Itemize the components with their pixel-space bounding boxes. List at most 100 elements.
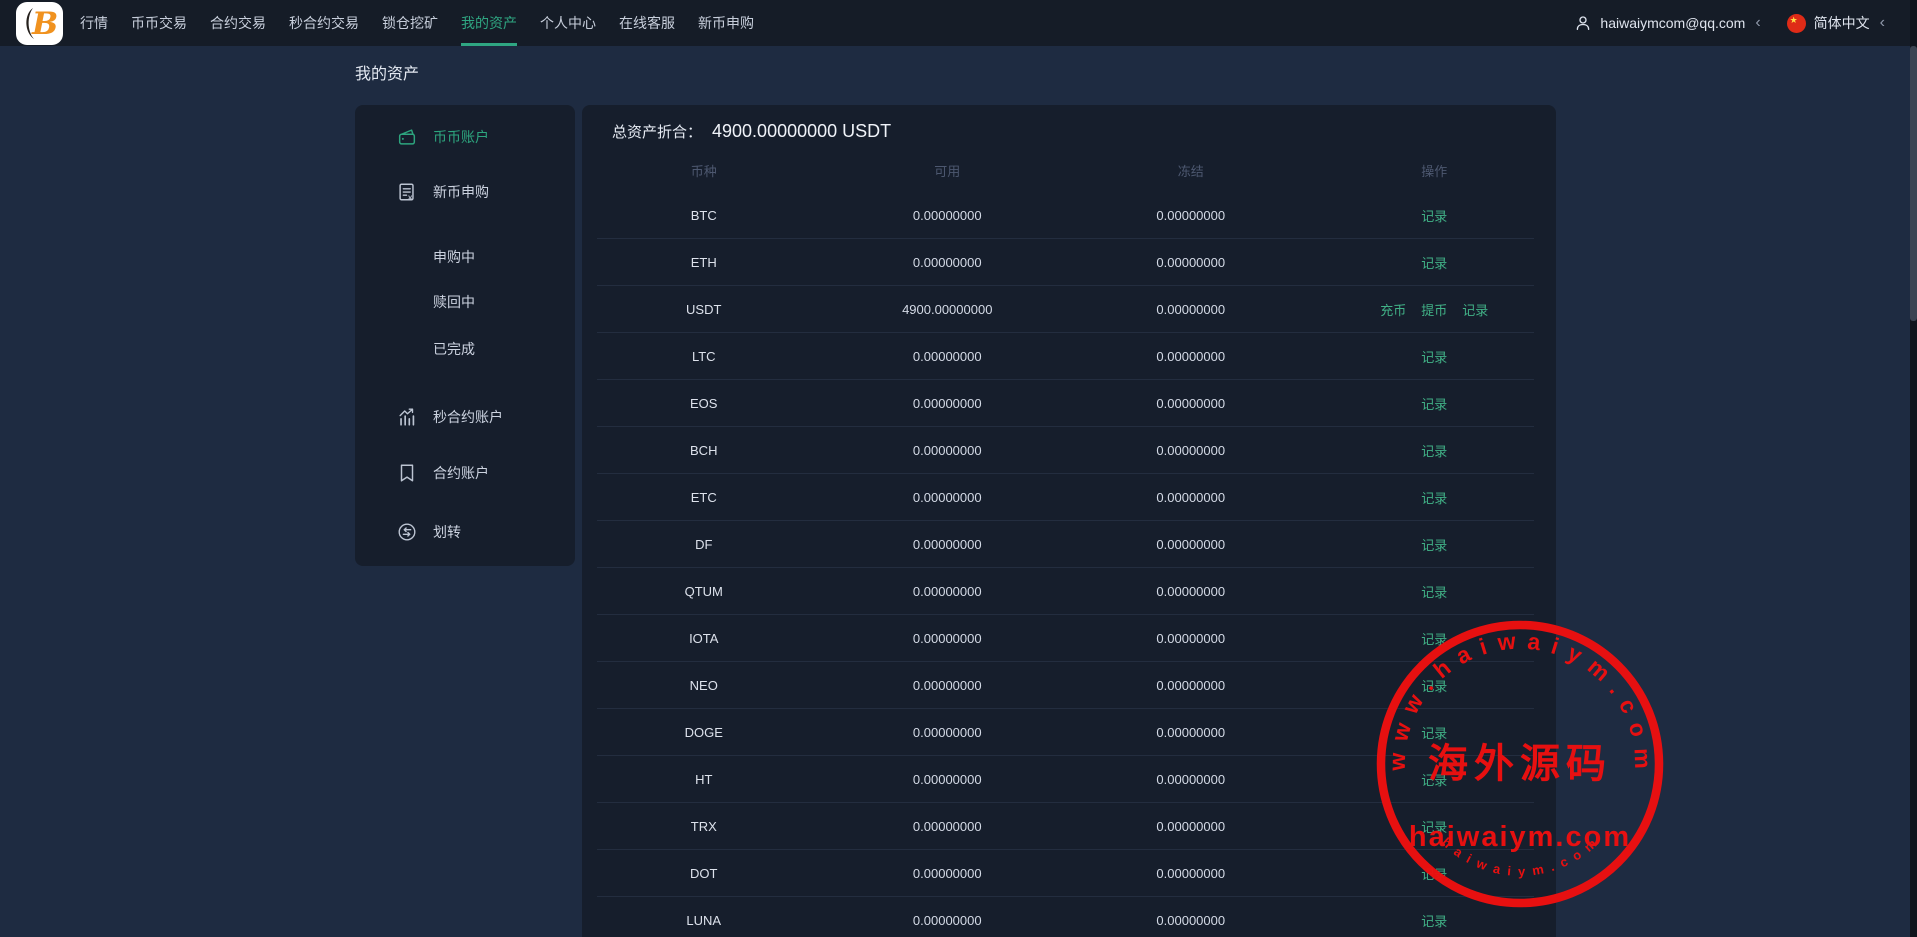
screen: B 行情币币交易合约交易秒合约交易锁仓挖矿我的资产个人中心在线客服新币申购 ha… <box>0 0 1917 937</box>
row-actions: 记录 <box>1313 206 1557 225</box>
record-link[interactable]: 记录 <box>1421 535 1447 554</box>
record-link[interactable]: 记录 <box>1421 817 1447 836</box>
table-row-trx: TRX0.000000000.00000000记录 <box>582 803 1556 850</box>
table-header-row: 币种可用冻结操作 <box>582 148 1556 192</box>
frozen-amount: 0.00000000 <box>1069 772 1313 787</box>
sidebar-item-new-coin-subscribe[interactable]: ¥ 新币申购 <box>355 177 575 207</box>
sidebar-item-contract-account[interactable]: 合约账户 <box>355 458 575 488</box>
available-amount: 0.00000000 <box>826 678 1070 693</box>
nav-item-market[interactable]: 行情 <box>80 0 108 46</box>
row-actions: 记录 <box>1313 911 1557 930</box>
record-link[interactable]: 记录 <box>1421 441 1447 460</box>
record-link[interactable]: 记录 <box>1421 676 1447 695</box>
coin-name: LUNA <box>582 913 826 928</box>
record-link[interactable]: 记录 <box>1462 300 1488 319</box>
available-amount: 0.00000000 <box>826 255 1070 270</box>
row-actions: 记录 <box>1313 253 1557 272</box>
sidebar-item-spot-account[interactable]: 币币账户 <box>355 122 575 152</box>
record-link[interactable]: 记录 <box>1421 347 1447 366</box>
row-actions: 充币提币记录 <box>1313 300 1557 319</box>
nav-item-online-service[interactable]: 在线客服 <box>619 0 675 46</box>
scrollbar-thumb[interactable] <box>1910 46 1917 321</box>
record-link[interactable]: 记录 <box>1421 629 1447 648</box>
coin-name: BCH <box>582 443 826 458</box>
row-actions: 记录 <box>1313 864 1557 883</box>
coin-name: ETH <box>582 255 826 270</box>
deposit-link[interactable]: 充币 <box>1380 300 1406 319</box>
nav-item-lockup-mining[interactable]: 锁仓挖矿 <box>382 0 438 46</box>
coin-name: DOT <box>582 866 826 881</box>
frozen-amount: 0.00000000 <box>1069 866 1313 881</box>
assets-panel: 总资产折合：4900.00000000 USDT 币种可用冻结操作 BTC0.0… <box>582 105 1556 937</box>
record-link[interactable]: 记录 <box>1421 864 1447 883</box>
nav-item-my-assets[interactable]: 我的资产 <box>461 0 517 46</box>
china-flag-icon: ★ <box>1787 14 1806 33</box>
row-actions: 记录 <box>1313 394 1557 413</box>
row-actions: 记录 <box>1313 770 1557 789</box>
column-header: 操作 <box>1313 161 1557 180</box>
coin-name: QTUM <box>582 584 826 599</box>
sidebar-item-subscribing[interactable]: 申购中 <box>355 242 575 272</box>
available-amount: 4900.00000000 <box>826 302 1070 317</box>
table-row-ltc: LTC0.000000000.00000000记录 <box>582 333 1556 380</box>
coin-name: ETC <box>582 490 826 505</box>
sidebar-item-seconds-contract-account[interactable]: 秒合约账户 <box>355 402 575 432</box>
sidebar-item-label: 申购中 <box>433 247 475 267</box>
top-nav-bar: B 行情币币交易合约交易秒合约交易锁仓挖矿我的资产个人中心在线客服新币申购 ha… <box>0 0 1917 46</box>
nav-item-spot-trade[interactable]: 币币交易 <box>131 0 187 46</box>
available-amount: 0.00000000 <box>826 349 1070 364</box>
brand-logo[interactable]: B <box>16 2 63 45</box>
wallet-icon <box>395 125 419 149</box>
nav-item-contract-trade[interactable]: 合约交易 <box>210 0 266 46</box>
row-actions: 记录 <box>1313 535 1557 554</box>
nav-item-personal-center[interactable]: 个人中心 <box>540 0 596 46</box>
user-account-dropdown[interactable]: haiwaiymcom@qq.com ‹ <box>1574 14 1760 32</box>
language-dropdown[interactable]: ★ 简体中文 ‹ <box>1787 13 1885 33</box>
coin-name: EOS <box>582 396 826 411</box>
nav-right: haiwaiymcom@qq.com ‹ ★ 简体中文 ‹ <box>1574 0 1885 46</box>
coin-name: IOTA <box>582 631 826 646</box>
table-row-qtum: QTUM0.000000000.00000000记录 <box>582 568 1556 615</box>
sidebar-item-label: 币币账户 <box>433 127 489 147</box>
available-amount: 0.00000000 <box>826 443 1070 458</box>
row-actions: 记录 <box>1313 676 1557 695</box>
frozen-amount: 0.00000000 <box>1069 631 1313 646</box>
record-link[interactable]: 记录 <box>1421 394 1447 413</box>
record-link[interactable]: 记录 <box>1421 206 1447 225</box>
sidebar-item-redeeming[interactable]: 赎回中 <box>355 287 575 317</box>
person-icon <box>1574 14 1592 32</box>
column-header: 可用 <box>826 161 1070 180</box>
subscribe-icon: ¥ <box>395 180 419 204</box>
table-row-eth: ETH0.000000000.00000000记录 <box>582 239 1556 286</box>
record-link[interactable]: 记录 <box>1421 488 1447 507</box>
table-row-bch: BCH0.000000000.00000000记录 <box>582 427 1556 474</box>
coin-name: USDT <box>582 302 826 317</box>
frozen-amount: 0.00000000 <box>1069 913 1313 928</box>
nav-item-new-coin-subscribe[interactable]: 新币申购 <box>698 0 754 46</box>
sidebar-item-transfer[interactable]: 划转 <box>355 517 575 547</box>
record-link[interactable]: 记录 <box>1421 582 1447 601</box>
record-link[interactable]: 记录 <box>1421 723 1447 742</box>
nav-item-seconds-contract-trade[interactable]: 秒合约交易 <box>289 0 359 46</box>
frozen-amount: 0.00000000 <box>1069 537 1313 552</box>
sidebar-item-completed[interactable]: 已完成 <box>355 334 575 364</box>
record-link[interactable]: 记录 <box>1421 253 1447 272</box>
frozen-amount: 0.00000000 <box>1069 819 1313 834</box>
record-link[interactable]: 记录 <box>1421 911 1447 930</box>
row-actions: 记录 <box>1313 629 1557 648</box>
chevron-icon: ‹ <box>1880 15 1885 31</box>
logo-b-icon: B <box>16 2 63 45</box>
record-link[interactable]: 记录 <box>1421 770 1447 789</box>
available-amount: 0.00000000 <box>826 584 1070 599</box>
withdraw-link[interactable]: 提币 <box>1421 300 1447 319</box>
available-amount: 0.00000000 <box>826 490 1070 505</box>
available-amount: 0.00000000 <box>826 772 1070 787</box>
table-body: BTC0.000000000.00000000记录ETH0.000000000.… <box>582 192 1556 937</box>
scrollbar-track[interactable] <box>1910 0 1917 937</box>
table-row-ht: HT0.000000000.00000000记录 <box>582 756 1556 803</box>
sidebar-item-label: 新币申购 <box>433 182 489 202</box>
available-amount: 0.00000000 <box>826 866 1070 881</box>
sidebar-item-label: 赎回中 <box>433 292 475 312</box>
transfer-icon <box>395 520 419 544</box>
contract-icon <box>395 461 419 485</box>
